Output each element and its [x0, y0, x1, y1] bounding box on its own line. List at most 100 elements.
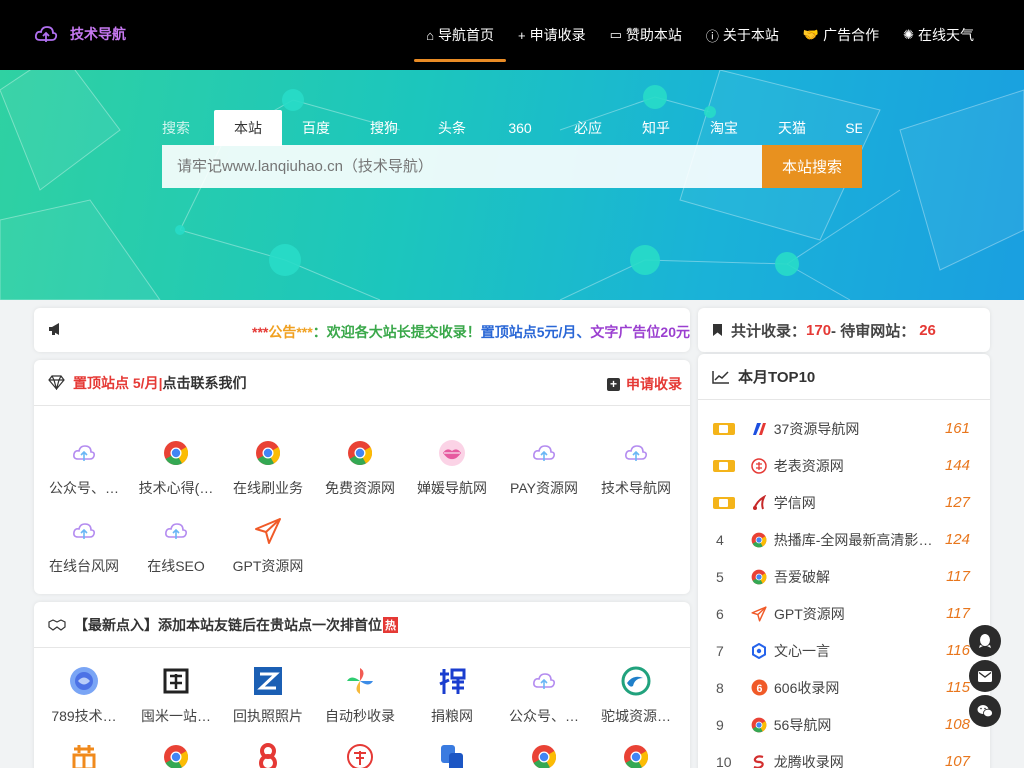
qq-icon — [979, 634, 991, 648]
tab-tmall[interactable]: 天猫 — [758, 110, 826, 146]
email-contact-button[interactable] — [969, 660, 1001, 692]
site-search-button[interactable]: 本站搜索 — [762, 145, 862, 188]
site-logo-icon: 6 — [750, 679, 768, 697]
cloud-upload-icon — [69, 516, 99, 546]
rank-medal — [698, 459, 750, 472]
chrome-icon — [345, 438, 375, 468]
total-label: 共计收录： — [731, 322, 807, 340]
rank-count: 116 — [946, 642, 970, 659]
medal-icon — [713, 422, 735, 435]
nav-item-about[interactable]: ⓘ 关于本站 — [694, 0, 791, 70]
site-tile[interactable]: 在线刷业务 — [222, 438, 314, 498]
rank-number: 9 — [716, 716, 724, 733]
tab-toutiao[interactable]: 头条 — [418, 110, 486, 146]
site-name: 789技术… — [51, 708, 117, 724]
nav-item-sponsor[interactable]: ▭ 赞助本站 — [598, 0, 694, 70]
site-tile[interactable]: 公众号、… — [498, 666, 590, 726]
site-name: 公众号、… — [509, 708, 579, 724]
diamond-icon — [48, 375, 65, 390]
info-circle-icon: ⓘ — [705, 28, 719, 44]
pinned-title-price[interactable]: 置顶站点 5/月| — [73, 373, 162, 393]
nav-label: 赞助本站 — [625, 27, 682, 43]
apply-listing-link[interactable]: + 申请收录 — [607, 374, 682, 394]
tab-zhihu[interactable]: 知乎 — [622, 110, 690, 146]
rank-count: 107 — [944, 753, 970, 768]
cloud-upload-icon — [34, 26, 58, 42]
tab-seo[interactable]: SEO — [826, 110, 862, 146]
nav-item-home[interactable]: ⌂ 导航首页 — [414, 0, 506, 70]
ranking-row[interactable]: 学信网 127 — [698, 484, 990, 521]
ranking-row[interactable]: 4 热播库-全网最新高清影视… 124 — [698, 521, 990, 558]
newest-title[interactable]: 【最新点入】添加本站友链后在贵站点一次排首位 — [74, 615, 382, 635]
ranking-row[interactable]: 37资源导航网 161 — [698, 410, 990, 447]
nav-label: 申请收录 — [529, 27, 586, 43]
ranking-row[interactable]: 5 吾爱破解 117 — [698, 558, 990, 595]
top10-header: 本月TOP10 — [698, 354, 990, 400]
ranking-row[interactable]: 10 龙腾收录网 107 — [698, 743, 990, 768]
rank-site-name: 吾爱破解 — [774, 568, 830, 585]
site-logo-icon — [437, 742, 467, 768]
tab-sogou[interactable]: 搜狗 — [350, 110, 418, 146]
tab-bing[interactable]: 必应 — [554, 110, 622, 146]
site-name: PAY资源网 — [510, 480, 578, 496]
sun-icon: ✺ — [903, 27, 914, 42]
chrome-icon — [750, 568, 768, 586]
site-tile[interactable] — [590, 742, 682, 768]
site-tile[interactable]: 在线台风网 — [38, 516, 130, 576]
site-name: 囤米一站… — [141, 708, 211, 724]
wechat-contact-button[interactable] — [969, 695, 1001, 727]
site-logo-icon — [345, 742, 375, 768]
rank-number: 7 — [716, 642, 724, 659]
pinned-title-contact[interactable]: 点击联系我们 — [162, 373, 246, 393]
site-tile[interactable]: PAY资源网 — [498, 438, 590, 498]
site-tile[interactable]: 回执照照片 — [222, 666, 314, 726]
site-tile[interactable]: 在线SEO — [130, 516, 222, 576]
nav-item-ads[interactable]: 🤝 广告合作 — [791, 0, 891, 70]
site-tile[interactable]: 捐粮网 — [406, 666, 498, 726]
ranking-row[interactable]: 8 6 606收录网 115 — [698, 669, 990, 706]
tab-taobao[interactable]: 淘宝 — [690, 110, 758, 146]
site-name: 婵媛导航网 — [417, 480, 487, 496]
site-tile[interactable] — [406, 742, 498, 768]
site-tile[interactable]: 技术导航网 — [590, 438, 682, 498]
site-tile[interactable]: 驼城资源… — [590, 666, 682, 726]
ranking-row[interactable]: 7 文心一言 116 — [698, 632, 990, 669]
total-count: 170 — [806, 321, 832, 339]
rank-number: 8 — [716, 679, 724, 696]
site-tile[interactable]: 公众号、… — [38, 438, 130, 498]
site-tile[interactable]: GPT资源网 — [222, 516, 314, 576]
site-tile[interactable] — [498, 742, 590, 768]
tab-baidu[interactable]: 百度 — [282, 110, 350, 146]
wechat-icon — [977, 705, 993, 718]
site-tile[interactable] — [222, 742, 314, 768]
site-tile[interactable]: 囤米一站… — [130, 666, 222, 726]
nav-item-apply[interactable]: + 申请收录 — [506, 0, 598, 70]
site-tile[interactable] — [314, 742, 406, 768]
cloud-upload-icon — [529, 438, 559, 468]
site-name: 公众号、… — [49, 480, 119, 496]
search-label: 搜索 — [162, 120, 190, 136]
tab-site[interactable]: 本站 — [214, 110, 282, 146]
hot-badge: 热 — [383, 616, 398, 633]
qq-contact-button[interactable] — [969, 625, 1001, 657]
cloud-upload-icon — [69, 438, 99, 468]
tab-360[interactable]: 360 — [486, 110, 554, 146]
notice-part: 置顶站点5元/月、 — [480, 324, 591, 340]
search-input[interactable] — [162, 145, 762, 188]
site-tile[interactable] — [38, 742, 130, 768]
ranking-row[interactable]: 6 GPT资源网 117 — [698, 595, 990, 632]
site-tile[interactable]: 自动秒收录 — [314, 666, 406, 726]
site-name: 驼城资源… — [601, 708, 671, 724]
site-tile[interactable]: 技术心得(… — [130, 438, 222, 498]
rank-count: 108 — [944, 716, 970, 733]
ranking-row[interactable]: 老表资源网 144 — [698, 447, 990, 484]
ranking-row[interactable]: 9 56导航网 108 — [698, 706, 990, 743]
site-tile[interactable] — [130, 742, 222, 768]
site-tile[interactable]: 婵媛导航网 — [406, 438, 498, 498]
nav-item-weather[interactable]: ✺ 在线天气 — [891, 0, 986, 70]
site-tile[interactable]: 789技术… — [38, 666, 130, 726]
site-logo[interactable]: 技术导航 — [34, 22, 126, 46]
pinned-header: 置顶站点 5/月| 点击联系我们 + 申请收录 — [34, 360, 690, 406]
site-tile[interactable]: 免费资源网 — [314, 438, 406, 498]
rank-count: 115 — [946, 679, 970, 696]
